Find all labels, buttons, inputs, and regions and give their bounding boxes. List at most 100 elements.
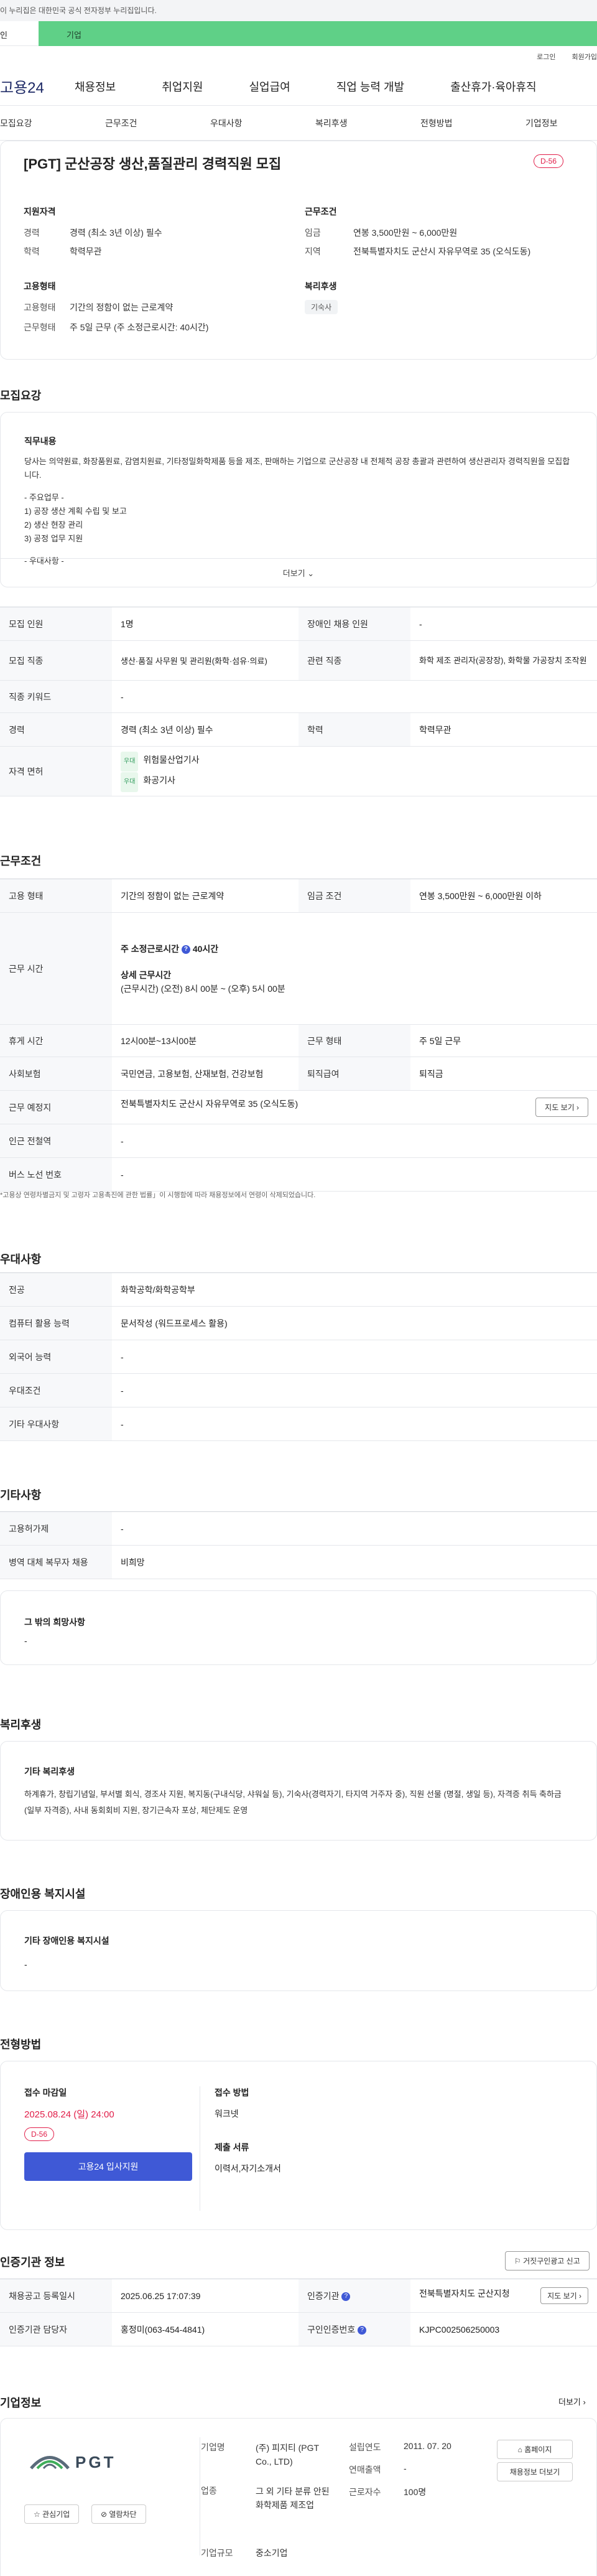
- signup-link[interactable]: 회원가입: [572, 54, 597, 61]
- pref-badge: 우대: [121, 772, 139, 792]
- info-icon[interactable]: ?: [181, 945, 190, 954]
- pref-etc-label: 기타 우대사항: [0, 1407, 112, 1441]
- job-title: [PGT] 군산공장 생산,품질관리 경력직원 모집: [24, 156, 282, 172]
- industry-label: 업종: [201, 2486, 217, 2496]
- subnav-welfare[interactable]: 복리후생: [315, 117, 420, 129]
- process-card: 접수 마감일 2025.08.24 (일) 24:00 D-56 고용24 입사…: [0, 2061, 597, 2230]
- gnb-item-training[interactable]: 직업 능력 개발: [336, 78, 404, 95]
- login-link[interactable]: 로그인: [537, 54, 555, 61]
- pref-cond-label: 우대조건: [0, 1373, 112, 1407]
- work-table: 고용 형태 기간의 정함이 없는 근로계약 임금 조건 연봉 3,500만원 ~…: [0, 879, 597, 1192]
- more-button[interactable]: 더보기 ⌄: [1, 567, 596, 579]
- gnb-item-support[interactable]: 취업지원: [162, 78, 203, 95]
- edu-label: 학력: [24, 246, 40, 256]
- company-name-value: (주) 피지티 (PGT Co., LTD): [256, 2443, 319, 2466]
- disabled-section-title: 장애인용 복지시설: [0, 1888, 86, 1900]
- site-logo[interactable]: 고용24: [0, 75, 75, 97]
- military-value: 비희망: [112, 1545, 597, 1579]
- disabled-card: 기타 장애인용 복지시설 -: [0, 1910, 597, 1991]
- company-section-title: 기업정보: [0, 2397, 42, 2409]
- disab-value: -: [410, 607, 597, 641]
- homepage-button[interactable]: ⌂ 홈페이지: [497, 2440, 573, 2459]
- subnav-work[interactable]: 근무조건: [105, 117, 210, 129]
- auth-map-button[interactable]: 지도 보기 ›: [540, 2287, 588, 2304]
- edu-row-value: 학력무관: [410, 712, 597, 747]
- section-nav: 모집요강 근무조건 우대사항 복리후생 전형방법 기업정보: [0, 106, 597, 141]
- career-row-label: 경력: [0, 712, 112, 747]
- tab-personal[interactable]: 인: [0, 21, 39, 46]
- block-button[interactable]: ⊘ 열람차단: [91, 2504, 146, 2524]
- work-type-value: 주 5일 근무: [410, 1024, 597, 1057]
- work-wage-label: 임금 조건: [298, 879, 410, 913]
- industry-value: 그 외 기타 분류 안된 화학제품 제조업: [256, 2486, 330, 2510]
- job-label: 모집 직종: [0, 640, 112, 681]
- apply-button[interactable]: 고용24 입사지원: [24, 2152, 192, 2181]
- map-button[interactable]: 지도 보기 ›: [535, 1098, 588, 1117]
- report-button[interactable]: ⚐ 거짓구인광고 신고: [505, 2251, 590, 2270]
- star-icon: ☆: [34, 2510, 40, 2519]
- work-etype-label: 고용 형태: [0, 879, 112, 913]
- gnb-item-jobs[interactable]: 채용정보: [75, 78, 116, 95]
- count-value: 1명: [112, 607, 298, 641]
- sales-value: -: [404, 2463, 407, 2473]
- size-value: 중소기업: [256, 2548, 288, 2558]
- pref-badge: 우대: [121, 751, 139, 772]
- emp-permit-value: -: [112, 1511, 597, 1546]
- wtype-value: 주 5일 근무 (주 소정근로시간: 40시간): [70, 322, 209, 332]
- qualification-heading: 지원자격: [24, 207, 56, 217]
- pref-table: 전공 화학공학/화학공학부 컴퓨터 활용 능력 문서작성 (워드프로세스 활용) 외…: [0, 1272, 597, 1441]
- mgr-label: 인증기관 담당자: [0, 2312, 112, 2346]
- org-value: 전북특별자치도 군산지청 지도 보기 ›: [410, 2279, 597, 2313]
- company-more-link[interactable]: 더보기 ›: [558, 2396, 586, 2407]
- subnav-recruit[interactable]: 모집요강: [0, 117, 105, 129]
- welfare-heading: 기타 복리후생: [24, 1766, 75, 1776]
- company-jobs-button[interactable]: 채용정보 더보기: [497, 2462, 573, 2481]
- major-label: 전공: [0, 1272, 112, 1307]
- tab-company[interactable]: 기업: [39, 21, 597, 46]
- info-icon[interactable]: ?: [358, 2325, 367, 2335]
- reg-label: 채용공고 등록일시: [0, 2279, 112, 2313]
- lang-value: -: [112, 1340, 597, 1374]
- welfare-pill: 기숙사: [305, 300, 338, 314]
- pc-value: 문서작성 (워드프로세스 활용): [112, 1306, 597, 1340]
- kw-label: 직종 키워드: [0, 680, 112, 713]
- report-icon: ⚐: [514, 2257, 521, 2266]
- rel-label: 관련 직종: [298, 640, 410, 681]
- bus-value: -: [112, 1157, 597, 1192]
- duty-card: 직무내용 당사는 의약원료, 화장품원료, 감염치원료, 기타정밀화학제품 등을…: [0, 412, 597, 587]
- gnb-item-leave[interactable]: 출산휴가·육아휴직: [450, 78, 536, 95]
- service-tabs: 인 기업: [0, 21, 597, 46]
- gnb-item-benefit[interactable]: 실업급여: [249, 78, 290, 95]
- welfare-card: 기타 복리후생 하계휴가, 창립기념일, 부서별 회식, 경조사 지원, 복지동…: [0, 1741, 597, 1841]
- emp-permit-label: 고용허가제: [0, 1511, 112, 1546]
- welfare-summary-block: 복리후생 기숙사: [305, 280, 338, 314]
- work-etype-value: 기간의 정함이 없는 근로계약: [112, 879, 298, 913]
- condition-block: 근무조건 임금 연봉 3,500만원 ~ 6,000만원 지역 전북특별자치도 군산…: [305, 205, 530, 258]
- work-time-label: 근무 시간: [0, 912, 112, 1025]
- recruit-table: 모집 인원 1명 장애인 채용 인원 - 모집 직종 생산·품질 사무원 및 관…: [0, 607, 597, 796]
- license-2: 화공기사: [143, 775, 175, 785]
- employment-block: 고용형태 고용형태 기간의 정함이 없는 근로계약 근무형태 주 5일 근무 (주 …: [24, 280, 208, 334]
- sales-label: 연매출액: [349, 2465, 381, 2475]
- job-value: 생산·품질 사무원 및 관리원(화학·섬유·의료): [112, 640, 298, 681]
- subnav-company[interactable]: 기업정보: [525, 117, 558, 129]
- count-label: 모집 인원: [0, 607, 112, 641]
- subnav-process[interactable]: 전형방법: [420, 117, 525, 129]
- condition-heading: 근무조건: [305, 207, 337, 217]
- pgt-logo-icon: [30, 2456, 70, 2470]
- bus-label: 버스 노선 번호: [0, 1157, 112, 1192]
- info-icon[interactable]: ?: [341, 2292, 351, 2301]
- subnav-pref[interactable]: 우대사항: [210, 117, 315, 129]
- est-value: 2011. 07. 20: [404, 2441, 451, 2451]
- dday-badge: D-56: [534, 154, 564, 168]
- qualification-block: 지원자격 경력 경력 (최소 3년 이상) 필수 학력 학력무관: [24, 205, 162, 258]
- fav-company-button[interactable]: ☆ 관심기업: [24, 2504, 80, 2524]
- global-nav: 고용24 채용정보 취업지원 실업급여 직업 능력 개발 출산휴가·육아휴직: [0, 67, 597, 106]
- place-label: 근무 예정지: [0, 1090, 112, 1124]
- staff-value: 100명: [404, 2487, 427, 2497]
- home-icon: ⌂: [517, 2445, 522, 2454]
- process-dday-badge: D-56: [24, 2127, 55, 2141]
- edu-value: 학력무관: [70, 246, 102, 256]
- wish-value: -: [24, 1636, 27, 1646]
- break-label: 휴게 시간: [0, 1024, 112, 1057]
